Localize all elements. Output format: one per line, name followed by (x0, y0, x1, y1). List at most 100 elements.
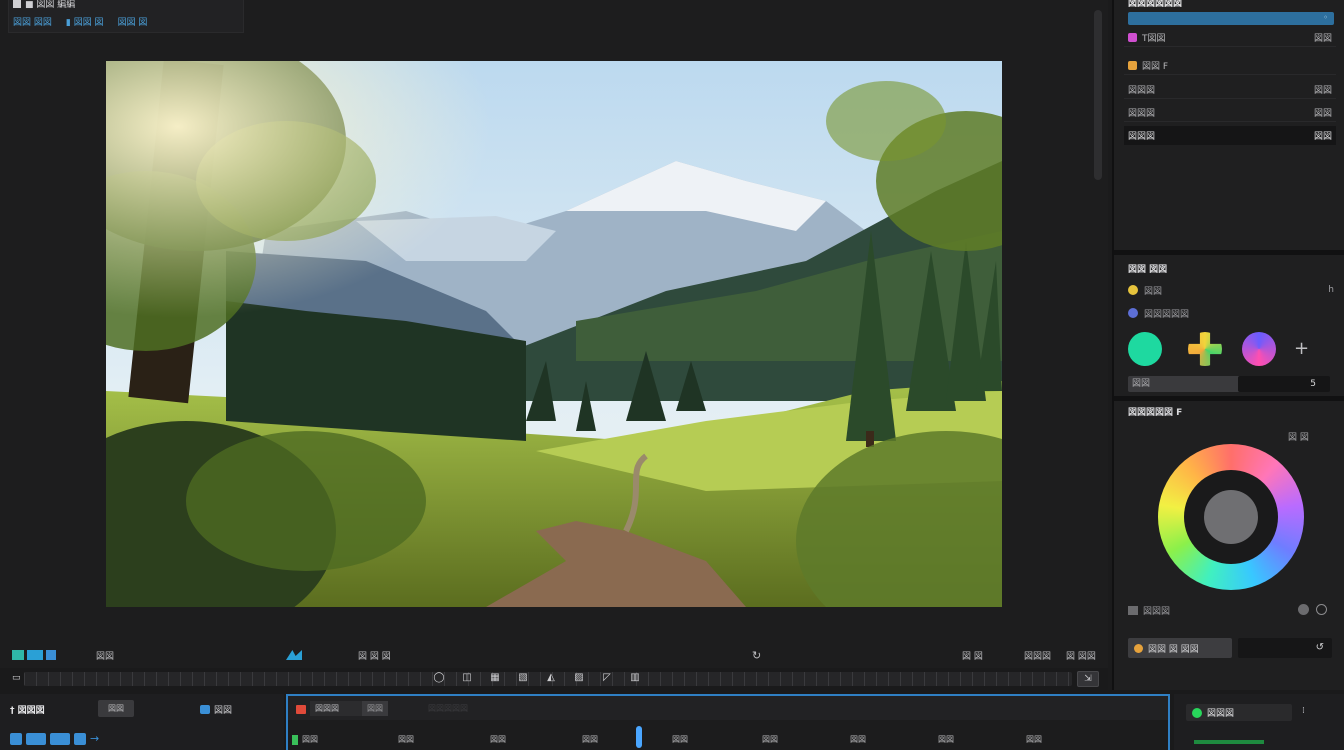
timeline-mark: 図図 (490, 735, 506, 744)
add-swatch-button[interactable]: + (1294, 338, 1309, 359)
loop-button[interactable]: ↻ (752, 648, 761, 662)
viewer-sub-item[interactable]: ▮ 図図 図 (66, 15, 104, 28)
fit-button[interactable] (286, 648, 302, 662)
info-icon[interactable] (1316, 604, 1327, 615)
prop-row-active[interactable]: 図図図 図図 (1124, 126, 1336, 145)
settings-icon[interactable] (1298, 604, 1309, 615)
viewer-panel: ■ 図図 編編 図図 図図 ▮ 図図 図 図図 図 図図 図 図 図 ↻ 図 図… (0, 0, 1108, 690)
bottom-bar: † 図図図 図図 図図 → 図図図 図図 図図図図図 図図 図図 図図 図図 図 (0, 690, 1344, 750)
arrow-icon[interactable]: → (90, 732, 99, 745)
control-dot-icon (1134, 643, 1143, 653)
viewer-right-label-2[interactable]: 図図図 (1024, 648, 1051, 662)
timeline-marks: 図図 図図 図図 図図 図図 図図 図図 図図 図図 (288, 734, 1168, 748)
timeline-mark: 図図 (398, 735, 414, 744)
timeline-ruler: ▭ ◯ ◫ ▦ ▧ ◭ ▨ ◸ ▥ ⇲ (0, 668, 1108, 690)
color-swatch[interactable] (1242, 332, 1276, 366)
panel2-row-icon (1128, 285, 1138, 295)
ruler-tool-corner-icon[interactable]: ◸ (600, 671, 614, 685)
window-icon (13, 0, 21, 8)
viewer-header: ■ 図図 編編 図図 図図 ▮ 図図 図 図図 図 (8, 0, 244, 33)
panel2-field-label: 図図 (1128, 376, 1242, 392)
tracks-panel: † 図図図 図図 図図 → (0, 694, 284, 750)
panel3-title: 図図図図図 F (1128, 408, 1183, 418)
grid-view-icon[interactable] (12, 650, 24, 660)
track-tool-icon[interactable] (10, 732, 22, 745)
panel3-mode[interactable]: 図図図 (1128, 604, 1170, 617)
panel2-row-label: 図図図図図 (1144, 309, 1190, 320)
tracks-link[interactable]: 図図 (200, 703, 232, 716)
panel3-reset-field[interactable]: ↺ (1238, 638, 1332, 658)
prop-chip-icon (1128, 32, 1137, 42)
prop-row[interactable]: 図図図 図図 (1124, 80, 1336, 99)
ruler-tool-grid-icon[interactable]: ▦ (488, 671, 502, 685)
prop-label: 図図 F (1142, 61, 1169, 72)
color-swatch[interactable] (1188, 332, 1222, 366)
track-tool-icon[interactable] (50, 732, 70, 745)
control-label: 図図 図 図図 (1148, 644, 1199, 655)
viewer-right-label-1[interactable]: 図 図 (962, 648, 983, 662)
viewer-toolbar: 図図 図 図 図 ↻ 図 図 図図図 図 図図 (0, 642, 1108, 668)
panel2-row[interactable]: 図図図図図 (1128, 305, 1334, 321)
ruler-expand-button[interactable]: ⇲ (1077, 671, 1099, 687)
view-mode-buttons[interactable] (12, 648, 56, 662)
ruler-tool-frame-icon[interactable]: ◫ (460, 671, 474, 685)
comment-icon[interactable]: ▭ (12, 673, 21, 683)
viewer-scrollbar[interactable] (1094, 10, 1102, 180)
ruler-tool-bars-icon[interactable]: ▥ (628, 671, 642, 685)
panel2-row[interactable]: 図図 h (1128, 282, 1334, 298)
timeline-panel[interactable]: 図図図 図図 図図図図図 図図 図図 図図 図図 図図 図図 図図 図図 図図 (286, 694, 1170, 750)
viewer-right-label-3[interactable]: 図 図図 (1066, 648, 1096, 662)
ruler-tool-triangle-icon[interactable]: ◭ (544, 671, 558, 685)
panel2-title: 図図 図図 (1128, 265, 1168, 275)
timeline-tab[interactable]: 図図 (362, 701, 388, 716)
panel3-tools[interactable]: 図 図 (1288, 430, 1309, 443)
panel1-bar-icon[interactable]: ◦ (1323, 13, 1328, 22)
track-tool-icon[interactable] (74, 732, 86, 745)
color-wheel-inner (1184, 470, 1278, 564)
color-swatch[interactable] (1128, 332, 1162, 366)
loop-icon[interactable]: ↻ (752, 649, 761, 662)
tracks-button[interactable]: 図図 (98, 700, 134, 717)
mode-icon (1128, 606, 1138, 615)
viewer-zoom-label[interactable]: 図図 (96, 648, 114, 662)
timeline-mark: 図図 (672, 735, 688, 744)
prop-row[interactable]: 図図 F (1124, 56, 1336, 75)
track-tool-icon[interactable] (26, 732, 46, 745)
split-view-icon[interactable] (27, 650, 43, 660)
link-icon (200, 705, 210, 714)
viewer-sub-item[interactable]: 図図 図 (118, 15, 148, 28)
panel2-row-icon (1128, 308, 1138, 318)
prop-label: 図図図 (1128, 132, 1156, 142)
panel3-control[interactable]: 図図 図 図図 (1128, 638, 1232, 658)
prop-row[interactable]: 図図図 図図 (1124, 103, 1336, 122)
layout-icon[interactable] (46, 650, 56, 660)
ruler-tool-pattern-icon[interactable]: ▨ (572, 671, 586, 685)
panel-divider (1114, 396, 1344, 401)
output-selector[interactable]: 図図図 (1186, 704, 1292, 721)
fit-icon[interactable] (286, 650, 302, 660)
output-menu-icon[interactable]: ⁞ (1302, 706, 1305, 716)
color-wheel[interactable] (1158, 444, 1304, 590)
color-wheel-knob[interactable] (1204, 490, 1258, 544)
viewer-mid-label[interactable]: 図 図 図 (358, 648, 391, 662)
prop-chip-icon (1128, 60, 1137, 70)
prop-row[interactable]: T図図 図図 (1124, 28, 1336, 47)
inspector-panel: 図図図図図図 ◦ T図図 図図 図図 F 図図図 図図 図図図 図図 図図図 図… (1112, 0, 1344, 690)
panel-divider (1114, 250, 1344, 255)
prop-label: 図図図 (1128, 85, 1156, 96)
timeline-dim-label: 図図図図図 (428, 704, 468, 713)
ruler-tool-hatch-icon[interactable]: ▧ (516, 671, 530, 685)
tracks-title: † 図図図 (10, 706, 45, 716)
viewer-sub-item[interactable]: 図図 図図 (13, 15, 52, 28)
prop-value: 図図 (1313, 132, 1332, 142)
ruler-tool-circle-icon[interactable]: ◯ (432, 671, 446, 685)
panel1-selection-bar[interactable]: ◦ (1128, 12, 1334, 25)
prop-value: 図図 (1313, 108, 1332, 119)
panel2-field-input[interactable]: 5 (1238, 376, 1330, 392)
record-icon[interactable] (296, 705, 306, 714)
timeline-name[interactable]: 図図図 (310, 701, 362, 716)
prop-value: 図図 (1313, 85, 1332, 96)
panel2-row-label: 図図 (1144, 286, 1163, 297)
track-color-icon (292, 735, 298, 745)
timeline-mark: 図図 (1026, 735, 1042, 744)
